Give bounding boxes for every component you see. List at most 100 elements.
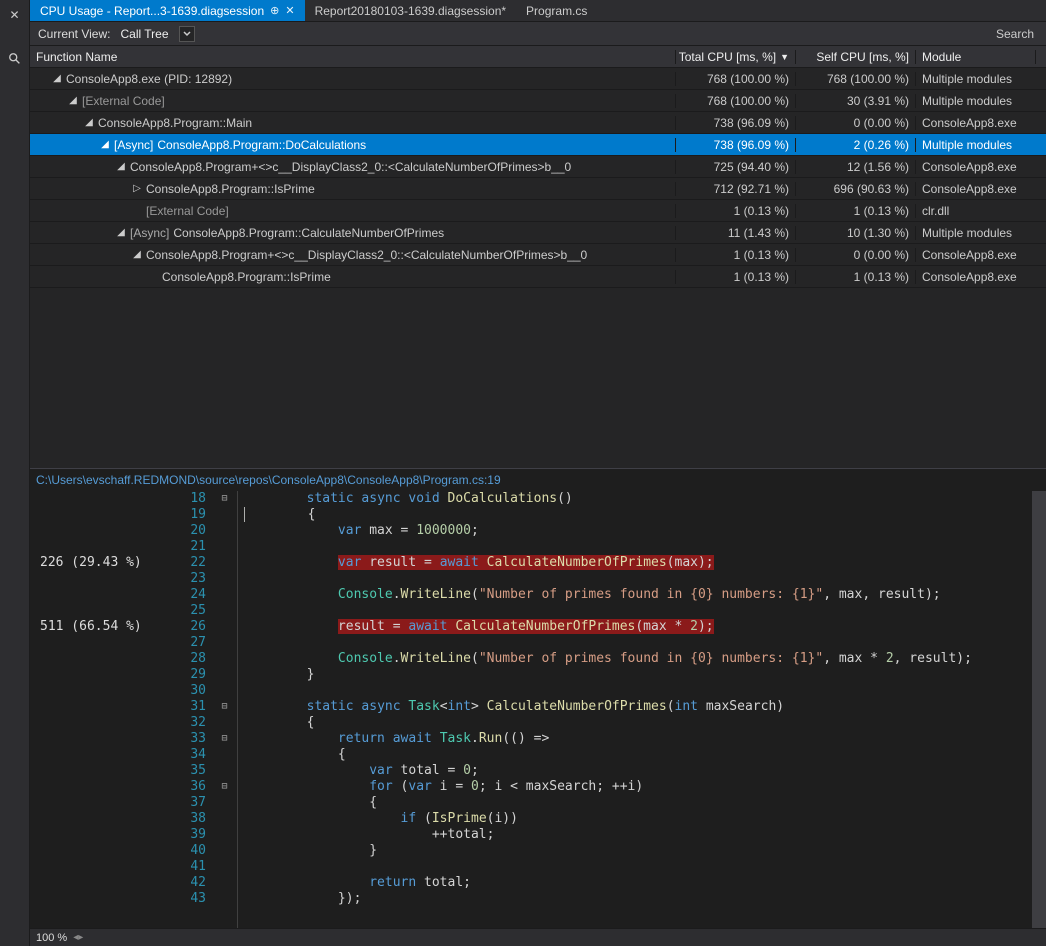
code-line[interactable]: result = await CalculateNumberOfPrimes(m… — [238, 619, 1032, 635]
table-row[interactable]: ConsoleApp8.Program::IsPrime1 (0.13 %)1 … — [30, 266, 1046, 288]
cost-gutter: 226 (29.43 %)511 (66.54 %) — [30, 491, 180, 928]
function-name: [External Code] — [146, 204, 229, 218]
document-tab[interactable]: CPU Usage - Report...3-1639.diagsession⊕… — [30, 0, 305, 21]
column-function-name[interactable]: Function Name — [30, 50, 676, 64]
code-line[interactable]: var total = 0; — [238, 763, 1032, 779]
code-line[interactable]: } — [238, 843, 1032, 859]
file-path-link[interactable]: C:\Users\evschaff.REDMOND\source\repos\C… — [30, 469, 1046, 491]
line-number: 18 — [180, 491, 212, 507]
expander-icon[interactable]: ◢ — [132, 249, 142, 260]
fold-toggle-icon — [212, 587, 237, 603]
line-number: 30 — [180, 683, 212, 699]
current-view-label: Current View: — [38, 27, 110, 41]
self-cpu-cell: 2 (0.26 %) — [796, 138, 916, 152]
expander-icon[interactable]: ◢ — [116, 161, 126, 172]
code-line[interactable] — [238, 683, 1032, 699]
function-name: [External Code] — [82, 94, 165, 108]
code-line[interactable]: { — [238, 715, 1032, 731]
table-row[interactable]: ◢[Async] ConsoleApp8.Program::DoCalculat… — [30, 134, 1046, 156]
cost-annotation: 226 (29.43 %) — [30, 555, 180, 571]
code-line[interactable]: { — [238, 747, 1032, 763]
document-tabs: CPU Usage - Report...3-1639.diagsession⊕… — [30, 0, 1046, 22]
zoom-value[interactable]: 100 % — [36, 932, 67, 944]
code-line[interactable]: { — [238, 507, 1032, 523]
expander-icon[interactable]: ◢ — [68, 95, 78, 106]
document-tab[interactable]: Program.cs — [516, 0, 597, 21]
pin-icon[interactable]: ⊕ — [270, 4, 279, 17]
code-line[interactable]: Console.WriteLine("Number of primes foun… — [238, 587, 1032, 603]
code-line[interactable]: }); — [238, 891, 1032, 907]
vertical-scrollbar[interactable] — [1032, 491, 1046, 928]
table-row[interactable]: ◢ConsoleApp8.Program+<>c__DisplayClass2_… — [30, 156, 1046, 178]
fold-toggle-icon — [212, 507, 237, 523]
code-line[interactable]: return total; — [238, 875, 1032, 891]
self-cpu-cell: 768 (100.00 %) — [796, 72, 916, 86]
function-name-cell: ◢[Async] ConsoleApp8.Program::CalculateN… — [30, 226, 676, 240]
cost-annotation — [30, 811, 180, 827]
code-line[interactable] — [238, 603, 1032, 619]
table-row[interactable]: ◢ConsoleApp8.Program::Main738 (96.09 %)0… — [30, 112, 1046, 134]
sort-desc-icon: ▼ — [780, 52, 789, 62]
fold-toggle-icon[interactable]: ⊟ — [212, 491, 237, 507]
expander-icon[interactable]: ◢ — [116, 227, 126, 238]
cost-annotation — [30, 507, 180, 523]
table-row[interactable]: [External Code]1 (0.13 %)1 (0.13 %)clr.d… — [30, 200, 1046, 222]
cost-annotation — [30, 699, 180, 715]
expander-icon[interactable]: ◢ — [52, 73, 62, 84]
code-line[interactable]: ++total; — [238, 827, 1032, 843]
table-row[interactable]: ◢[Async] ConsoleApp8.Program::CalculateN… — [30, 222, 1046, 244]
close-icon[interactable]: ✕ — [285, 4, 294, 17]
table-header-row: Function Name Total CPU [ms, %]▼ Self CP… — [30, 46, 1046, 68]
function-name-cell: ◢ConsoleApp8.Program+<>c__DisplayClass2_… — [30, 248, 676, 262]
line-number: 42 — [180, 875, 212, 891]
expander-icon[interactable]: ◢ — [84, 117, 94, 128]
table-row[interactable]: ◢ConsoleApp8.exe (PID: 12892)768 (100.00… — [30, 68, 1046, 90]
chevron-down-icon[interactable] — [179, 26, 195, 42]
module-cell: Multiple modules — [916, 226, 1036, 240]
line-number-gutter: 1819202122232425262728293031323334353637… — [180, 491, 212, 928]
code-line[interactable]: if (IsPrime(i)) — [238, 811, 1032, 827]
table-row[interactable]: ▷ConsoleApp8.Program::IsPrime712 (92.71 … — [30, 178, 1046, 200]
code-line[interactable]: var max = 1000000; — [238, 523, 1032, 539]
self-cpu-cell: 696 (90.63 %) — [796, 182, 916, 196]
search-link[interactable]: Search — [996, 27, 1038, 41]
fold-toggle-icon[interactable]: ⊟ — [212, 779, 237, 795]
total-cpu-cell: 1 (0.13 %) — [676, 248, 796, 262]
code-line[interactable]: } — [238, 667, 1032, 683]
code-line[interactable] — [238, 635, 1032, 651]
line-number: 25 — [180, 603, 212, 619]
column-module[interactable]: Module — [916, 50, 1036, 64]
current-view-dropdown[interactable]: Call Tree — [116, 26, 172, 42]
expander-icon[interactable]: ◢ — [100, 139, 110, 150]
column-self-cpu[interactable]: Self CPU [ms, %] — [796, 50, 916, 64]
fold-toggle-icon — [212, 859, 237, 875]
code-line[interactable] — [238, 571, 1032, 587]
line-number: 33 — [180, 731, 212, 747]
module-cell: Multiple modules — [916, 72, 1036, 86]
line-number: 40 — [180, 843, 212, 859]
code-line[interactable]: return await Task.Run(() => — [238, 731, 1032, 747]
column-total-cpu[interactable]: Total CPU [ms, %]▼ — [676, 50, 796, 64]
table-row[interactable]: ◢ConsoleApp8.Program+<>c__DisplayClass2_… — [30, 244, 1046, 266]
fold-toggle-icon[interactable]: ⊟ — [212, 731, 237, 747]
code-line[interactable]: var result = await CalculateNumberOfPrim… — [238, 555, 1032, 571]
code-line[interactable]: for (var i = 0; i < maxSearch; ++i) — [238, 779, 1032, 795]
code-line[interactable]: static async void DoCalculations() — [238, 491, 1032, 507]
current-view-value: Call Tree — [120, 27, 168, 41]
code-line[interactable]: { — [238, 795, 1032, 811]
table-row[interactable]: ◢[External Code]768 (100.00 %)30 (3.91 %… — [30, 90, 1046, 112]
code-line[interactable] — [238, 539, 1032, 555]
fold-toggle-icon[interactable]: ⊟ — [212, 699, 237, 715]
module-cell: Multiple modules — [916, 94, 1036, 108]
code-line[interactable]: Console.WriteLine("Number of primes foun… — [238, 651, 1032, 667]
code-text[interactable]: static async void DoCalculations() { var… — [238, 491, 1032, 928]
expander-icon[interactable]: ▷ — [132, 183, 142, 194]
zoom-arrows-icon[interactable]: ◂▸ — [73, 932, 83, 943]
code-line[interactable] — [238, 859, 1032, 875]
document-tab[interactable]: Report20180103-1639.diagsession* — [305, 0, 516, 21]
code-line[interactable]: static async Task<int> CalculateNumberOf… — [238, 699, 1032, 715]
total-cpu-cell: 738 (96.09 %) — [676, 116, 796, 130]
module-cell: ConsoleApp8.exe — [916, 160, 1036, 174]
close-icon[interactable]: ✕ — [6, 6, 24, 24]
search-icon[interactable] — [6, 50, 24, 68]
